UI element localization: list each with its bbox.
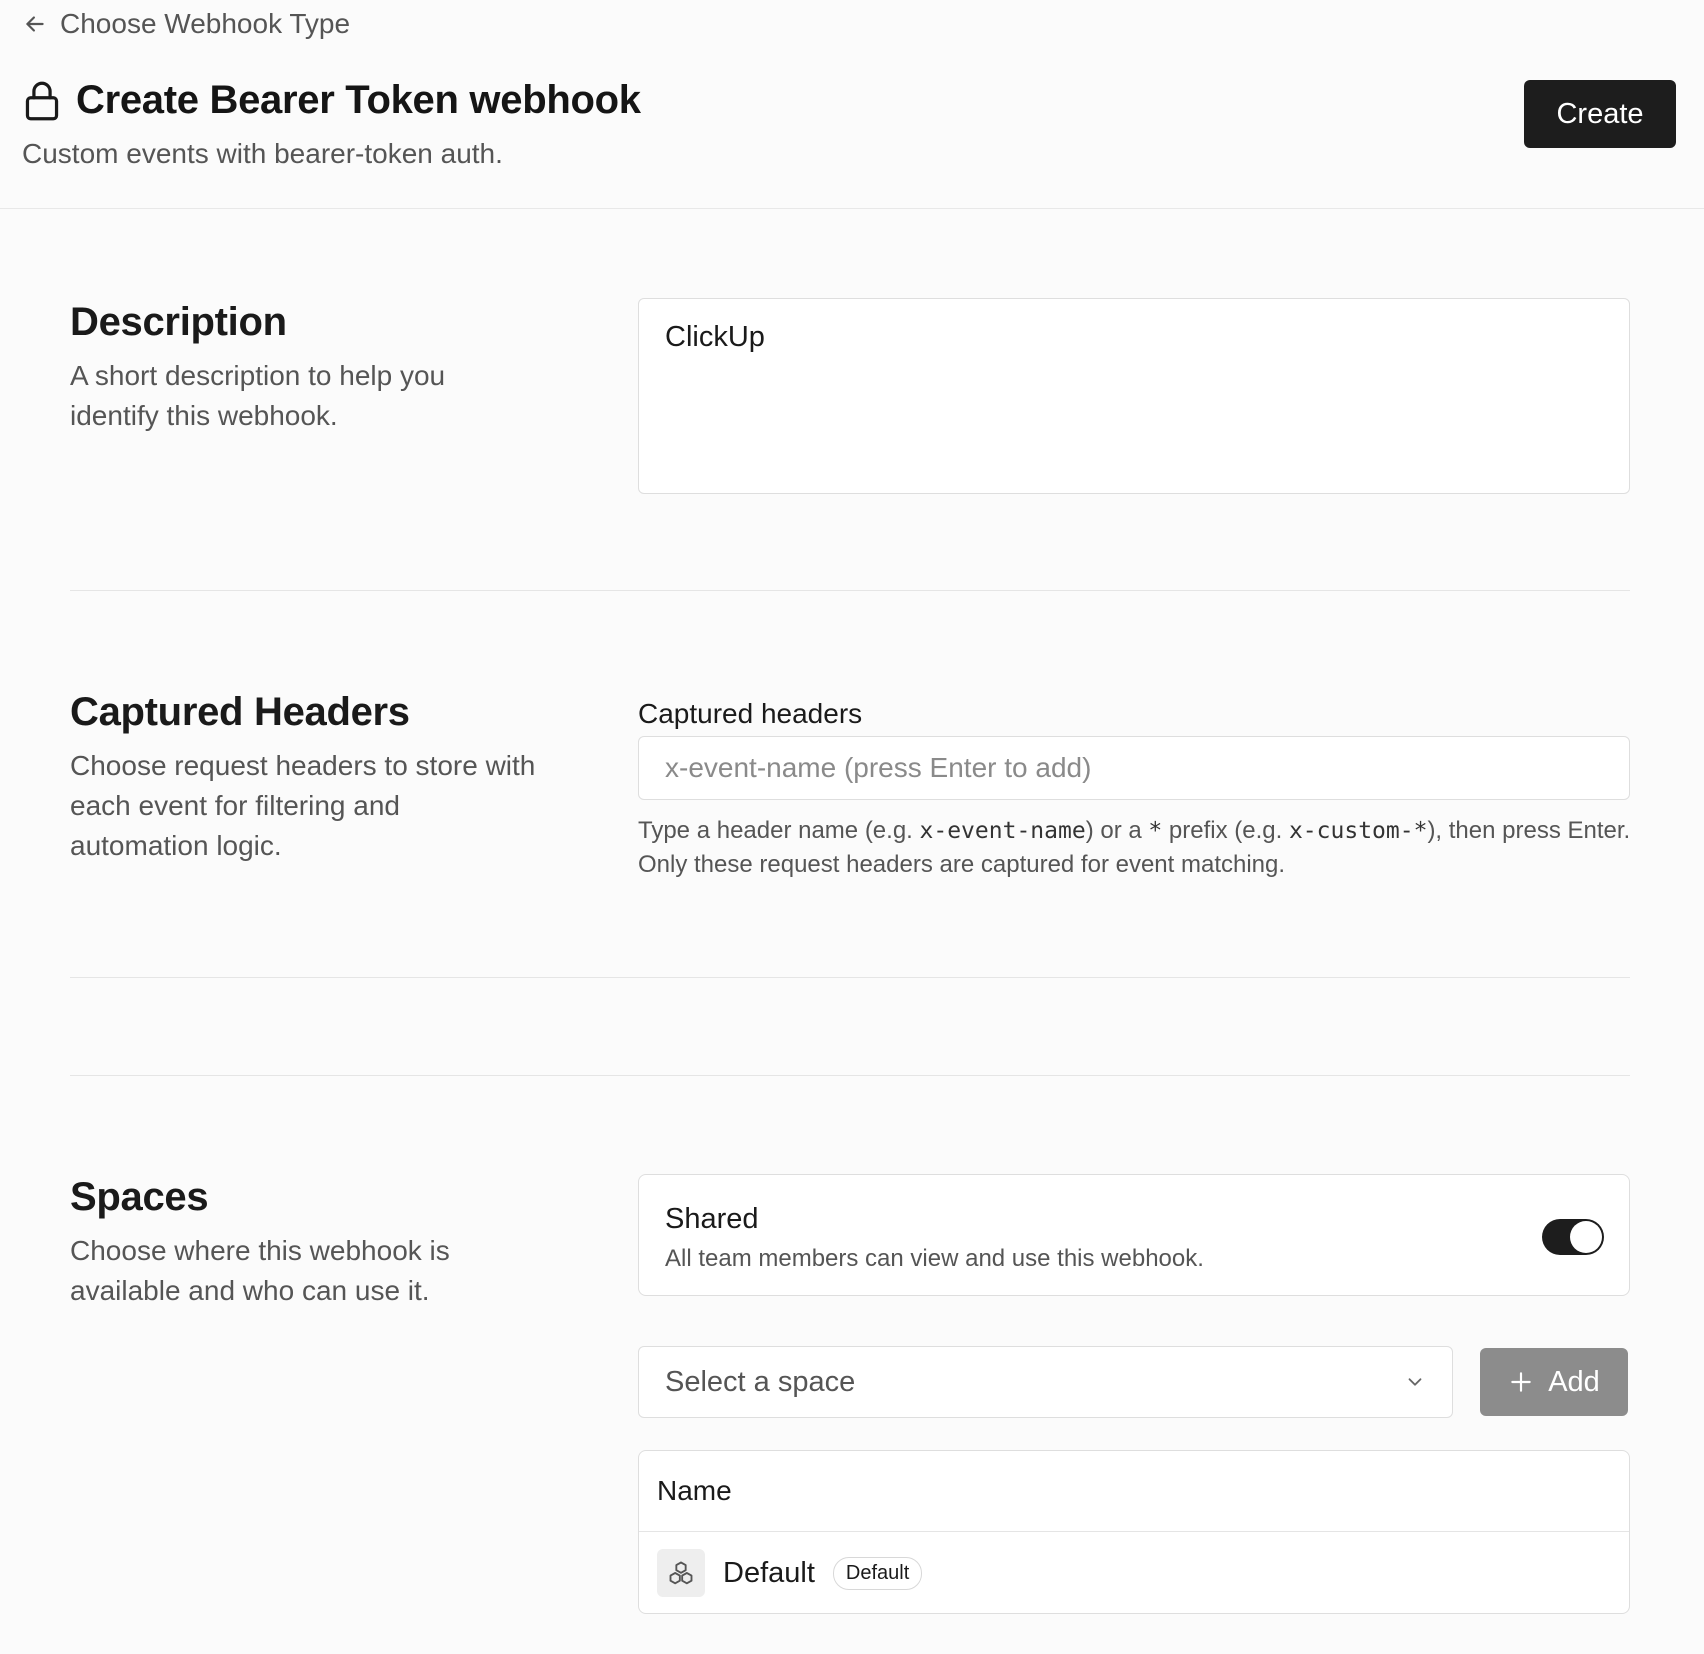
shared-card: Shared All team members can view and use… — [638, 1174, 1630, 1296]
description-textarea[interactable] — [638, 298, 1630, 494]
chevron-down-icon — [1404, 1371, 1426, 1393]
boxes-icon — [657, 1549, 705, 1597]
create-button[interactable]: Create — [1524, 80, 1676, 148]
space-select-value: Select a space — [665, 1365, 856, 1398]
toggle-knob — [1570, 1221, 1602, 1253]
arrow-left-icon — [22, 11, 48, 37]
captured-headers-input[interactable] — [638, 736, 1630, 800]
shared-toggle[interactable] — [1542, 1219, 1604, 1255]
add-space-button[interactable]: Add — [1480, 1348, 1628, 1416]
table-header-name: Name — [657, 1475, 732, 1506]
space-select[interactable]: Select a space — [638, 1346, 1453, 1418]
header-divider — [0, 208, 1704, 209]
captured-headers-label: Captured headers — [638, 698, 863, 729]
spaces-table: Name Default Default — [638, 1450, 1630, 1614]
section-divider — [70, 1075, 1630, 1076]
page-title: Create Bearer Token webhook — [76, 78, 641, 122]
headers-section-title: Captured Headers — [70, 690, 410, 734]
headers-section-desc: Choose request headers to store with eac… — [70, 750, 536, 861]
space-name: Default — [723, 1556, 815, 1589]
page-subtitle: Custom events with bearer-token auth. — [22, 138, 503, 169]
default-badge: Default — [832, 1556, 923, 1590]
description-section-desc: A short description to help you identify… — [70, 360, 446, 431]
section-divider — [70, 590, 1630, 591]
lock-icon — [22, 80, 62, 122]
add-space-label: Add — [1548, 1365, 1600, 1398]
back-link-label: Choose Webhook Type — [60, 8, 351, 39]
plus-icon — [1508, 1369, 1534, 1395]
captured-headers-help: Type a header name (e.g. x-event-name) o… — [638, 817, 1631, 878]
shared-desc: All team members can view and use this w… — [665, 1245, 1204, 1272]
spaces-section-title: Spaces — [70, 1175, 209, 1219]
spaces-section-desc: Choose where this webhook is available a… — [70, 1235, 450, 1306]
shared-title: Shared — [665, 1203, 759, 1235]
row-divider — [639, 1531, 1629, 1532]
back-link[interactable]: Choose Webhook Type — [22, 8, 350, 40]
page-header: Create Bearer Token webhook — [22, 78, 641, 123]
description-section-title: Description — [70, 300, 287, 344]
table-row[interactable]: Default Default — [657, 1549, 923, 1597]
section-divider — [70, 977, 1630, 978]
